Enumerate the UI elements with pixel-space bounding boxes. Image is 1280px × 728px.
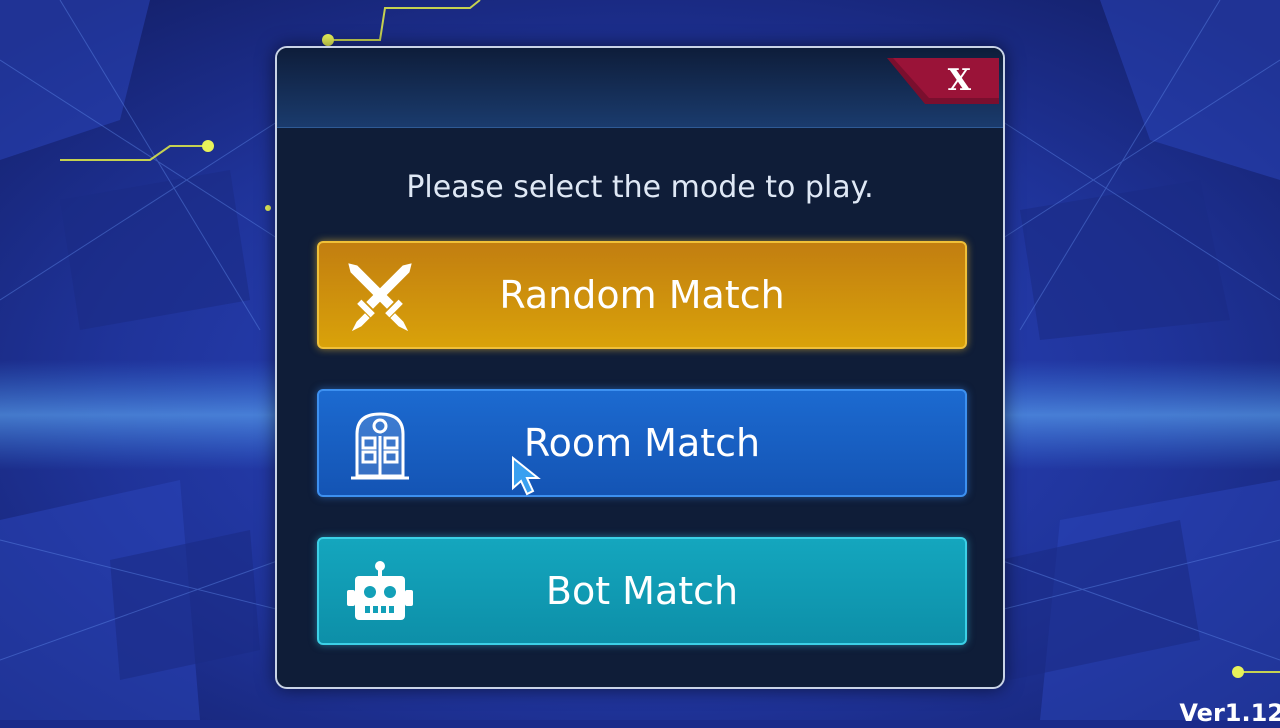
mouse-cursor-icon	[512, 456, 541, 496]
close-icon: X	[947, 63, 971, 98]
random-match-label: Random Match	[499, 273, 785, 317]
bot-match-button[interactable]: Bot Match	[317, 537, 967, 645]
room-match-button[interactable]: Room Match	[317, 389, 967, 497]
room-match-label: Room Match	[523, 421, 761, 465]
mode-prompt: Please select the mode to play.	[406, 170, 874, 205]
random-match-button[interactable]: Random Match	[317, 241, 967, 349]
bot-match-label: Bot Match	[545, 569, 739, 613]
close-button[interactable]: X	[887, 58, 999, 104]
mode-select-dialog: X Please select the mode to play. Random…	[275, 46, 1005, 689]
version-label: Ver1.12	[1179, 699, 1280, 727]
close-button-tab	[887, 58, 999, 104]
